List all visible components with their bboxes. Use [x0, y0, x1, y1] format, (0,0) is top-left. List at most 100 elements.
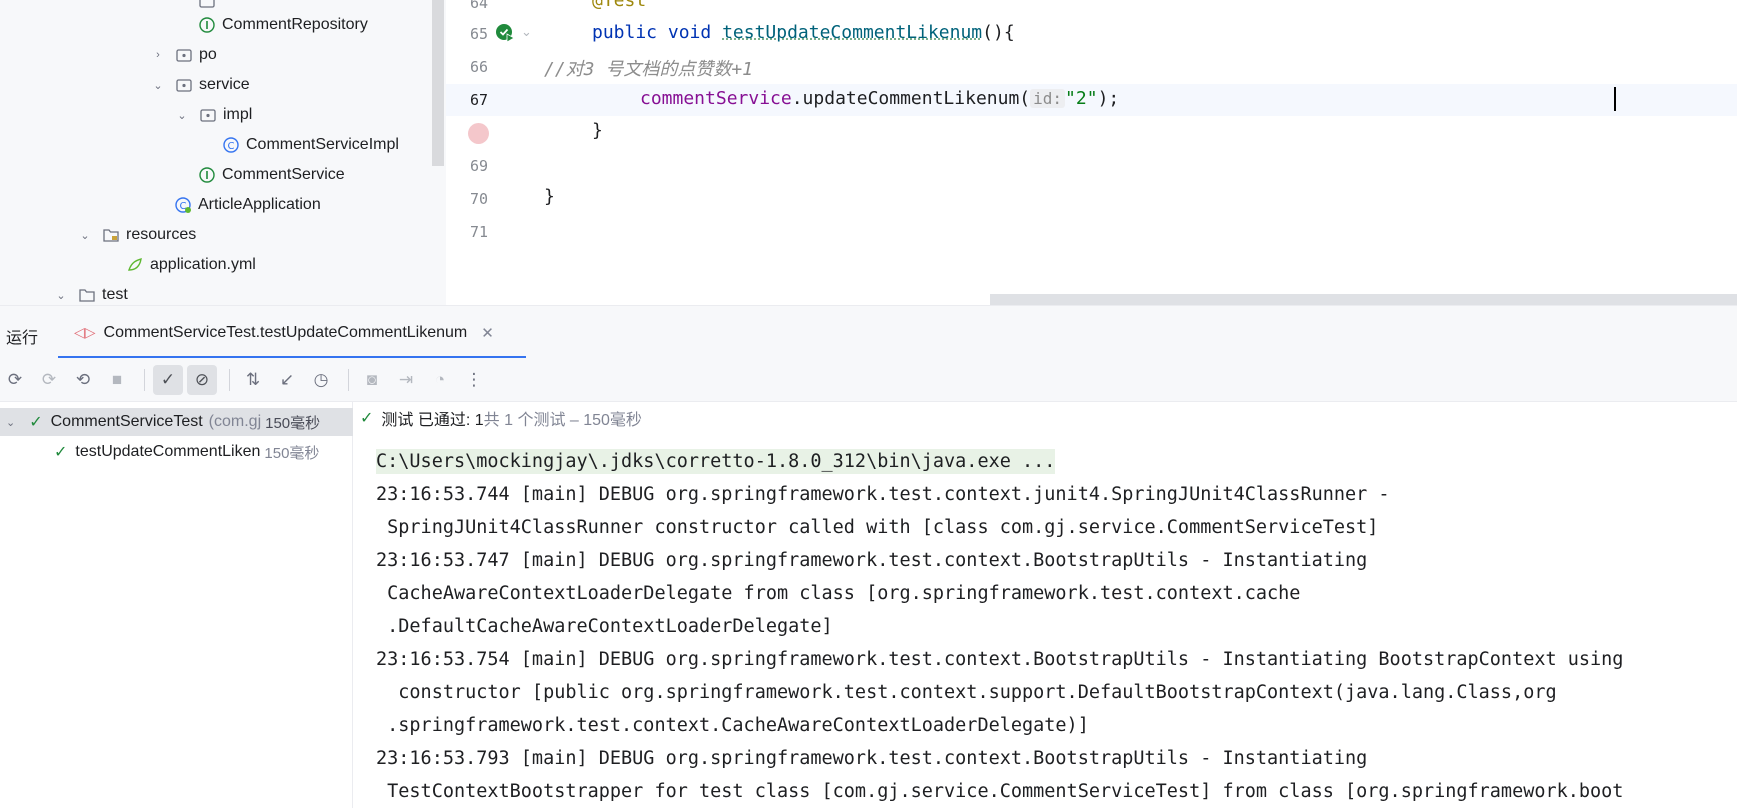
tab-label: CommentServiceTest.testUpdateCommentLike…	[103, 323, 468, 341]
test-tree-root[interactable]: ⌄ ✓ CommentServiceTest (com.gj 150毫秒	[0, 408, 353, 436]
text-caret	[1614, 87, 1616, 111]
spring-config-icon	[126, 256, 144, 274]
test-tree-child[interactable]: ✓ testUpdateCommentLiken 150毫秒	[54, 438, 319, 466]
interface-icon	[198, 16, 216, 34]
import-icon[interactable]: ⇥	[391, 365, 421, 395]
test-class-package: (com.gj	[208, 413, 262, 430]
passed-check-icon: ✓	[54, 444, 68, 461]
package-icon	[198, 0, 216, 10]
camera-icon[interactable]: ◙	[357, 365, 387, 395]
coverage-icon[interactable]: ◔	[425, 365, 455, 395]
code-closing-brace: }	[592, 120, 603, 141]
sort-icon[interactable]: ⇅	[238, 365, 268, 395]
console-command-line[interactable]: C:\Users\mockingjay\.jdks\corretto-1.8.0…	[376, 449, 1056, 474]
rerun-failed-icon[interactable]: ⟳	[34, 365, 64, 395]
toggle-auto-test-icon[interactable]: ⟲	[68, 365, 98, 395]
code-editor[interactable]: 64 65 66 67 69 70 71 ⌄ @Test public void…	[446, 0, 1737, 305]
test-config-icon: ◁▷	[74, 324, 96, 340]
status-summary: 共 1 个测试 – 150毫秒	[483, 412, 642, 429]
code-call: .updateCommentLikenum(	[791, 88, 1031, 109]
show-passed-icon[interactable]: ✓	[153, 364, 183, 395]
tree-item-label: CommentRepository	[222, 16, 368, 33]
tree-item-label: CommentServiceImpl	[246, 136, 399, 153]
toolbar-separator	[144, 368, 145, 391]
tree-item-service[interactable]: ⌄ service	[151, 72, 250, 98]
tree-item-articleapplication[interactable]: C ArticleApplication	[174, 192, 321, 218]
chevron-down-icon[interactable]: ⌄	[78, 228, 92, 242]
code-line-65: public void testUpdateCommentLikenum(){	[592, 22, 1015, 43]
class-icon: C	[222, 136, 240, 154]
folder-icon	[78, 286, 96, 304]
close-icon[interactable]: ✕	[481, 324, 494, 342]
fold-icon[interactable]: ⌄	[521, 24, 532, 40]
tree-item-label: po	[199, 46, 217, 63]
project-tree: CommentRepository › po ⌄ service ⌄ impl …	[0, 0, 446, 305]
stop-icon[interactable]: ■	[102, 365, 132, 395]
tree-item-resources[interactable]: ⌄ resources	[78, 222, 196, 248]
console-line: 23:16:53.754 [main] DEBUG org.springfram…	[376, 649, 1624, 670]
line-number: 70	[469, 190, 488, 208]
test-duration: 150毫秒	[265, 414, 321, 432]
code-comment: //对3 号文档的点赞数+1	[544, 59, 754, 80]
run-test-icon[interactable]	[494, 22, 516, 44]
show-ignored-icon[interactable]: ⊘	[187, 364, 217, 395]
console-line: SpringJUnit4ClassRunner constructor call…	[376, 517, 1379, 538]
tree-item-label: impl	[223, 106, 253, 123]
tree-item-impl[interactable]: ⌄ impl	[175, 102, 252, 128]
toolbar-separator	[229, 368, 230, 391]
console-line: 23:16:53.747 [main] DEBUG org.springfram…	[376, 550, 1368, 571]
tab-run-config[interactable]: ◁▷ CommentServiceTest.testUpdateCommentL…	[58, 306, 526, 359]
interface-icon	[198, 166, 216, 184]
console-output[interactable]: C:\Users\mockingjay\.jdks\corretto-1.8.0…	[354, 440, 1737, 808]
status-passed: 测试 已通过: 1	[381, 412, 484, 429]
resources-folder-icon	[102, 226, 120, 244]
chevron-down-icon[interactable]: ⌄	[175, 108, 189, 122]
collapse-icon[interactable]: ↙	[272, 365, 302, 395]
console-line: CacheAwareContextLoaderDelegate from cla…	[376, 583, 1301, 604]
tree-item-commentrepository[interactable]: CommentRepository	[198, 12, 368, 38]
history-icon[interactable]: ◷	[306, 365, 336, 395]
passed-check-icon: ✓	[360, 410, 374, 427]
tree-item-commentserviceimpl[interactable]: C CommentServiceImpl	[222, 132, 399, 158]
chevron-down-icon[interactable]: ⌄	[6, 416, 15, 429]
code-closing-brace: }	[544, 186, 555, 207]
passed-check-icon: ✓	[29, 414, 43, 431]
code-field: commentService	[640, 88, 792, 109]
package-icon	[175, 76, 193, 94]
console-line: constructor [public org.springframework.…	[376, 682, 1557, 703]
test-class-name: CommentServiceTest	[50, 413, 203, 430]
tree-item-label: ArticleApplication	[198, 196, 321, 213]
tree-item-po[interactable]: › po	[151, 42, 217, 68]
toolbar-separator	[348, 368, 349, 391]
tree-item-label: resources	[126, 226, 197, 243]
tree-item-application-yml[interactable]: application.yml	[126, 252, 256, 278]
parameter-hint: id:	[1030, 89, 1066, 108]
editor-horizontal-scrollbar[interactable]	[990, 294, 1737, 305]
tree-item-label: test	[102, 286, 128, 303]
line-number: 64	[469, 0, 488, 12]
line-number: 69	[469, 157, 488, 175]
line-number: 66	[469, 58, 488, 76]
code-punct: );	[1097, 88, 1120, 109]
tree-item-commentservice[interactable]: CommentService	[198, 162, 345, 188]
test-status-line: ✓ 测试 已通过: 1 共 1 个测试 – 150毫秒	[360, 405, 642, 431]
chevron-down-icon[interactable]: ⌄	[54, 288, 68, 302]
tree-item-label: application.yml	[150, 256, 256, 273]
more-options-icon[interactable]: ⋮	[459, 365, 489, 395]
test-method-name: testUpdateCommentLiken	[75, 443, 261, 460]
breakpoint-icon[interactable]	[468, 123, 489, 144]
spring-class-icon: C	[174, 196, 192, 214]
chevron-down-icon[interactable]: ⌄	[151, 78, 165, 92]
chevron-right-icon[interactable]: ›	[151, 48, 165, 62]
rerun-icon[interactable]: ⟳	[0, 365, 30, 395]
test-duration: 150毫秒	[264, 444, 320, 462]
run-toolbar: ⟳ ⟳ ⟲ ■ ✓ ⊘ ⇅ ↙ ◷ ◙ ⇥ ◔ ⋮	[0, 358, 1737, 402]
tree-item-label: service	[199, 76, 250, 93]
package-icon	[199, 106, 217, 124]
run-tool-window-header: 运行 ◁▷ CommentServiceTest.testUpdateComme…	[0, 305, 1737, 359]
tree-item-test[interactable]: ⌄ test	[54, 282, 128, 305]
console-line: .DefaultCacheAwareContextLoaderDelegate]	[376, 616, 833, 637]
tree-scrollbar[interactable]	[432, 0, 444, 166]
run-window-title: 运行	[6, 330, 39, 347]
svg-text:C: C	[228, 141, 235, 152]
